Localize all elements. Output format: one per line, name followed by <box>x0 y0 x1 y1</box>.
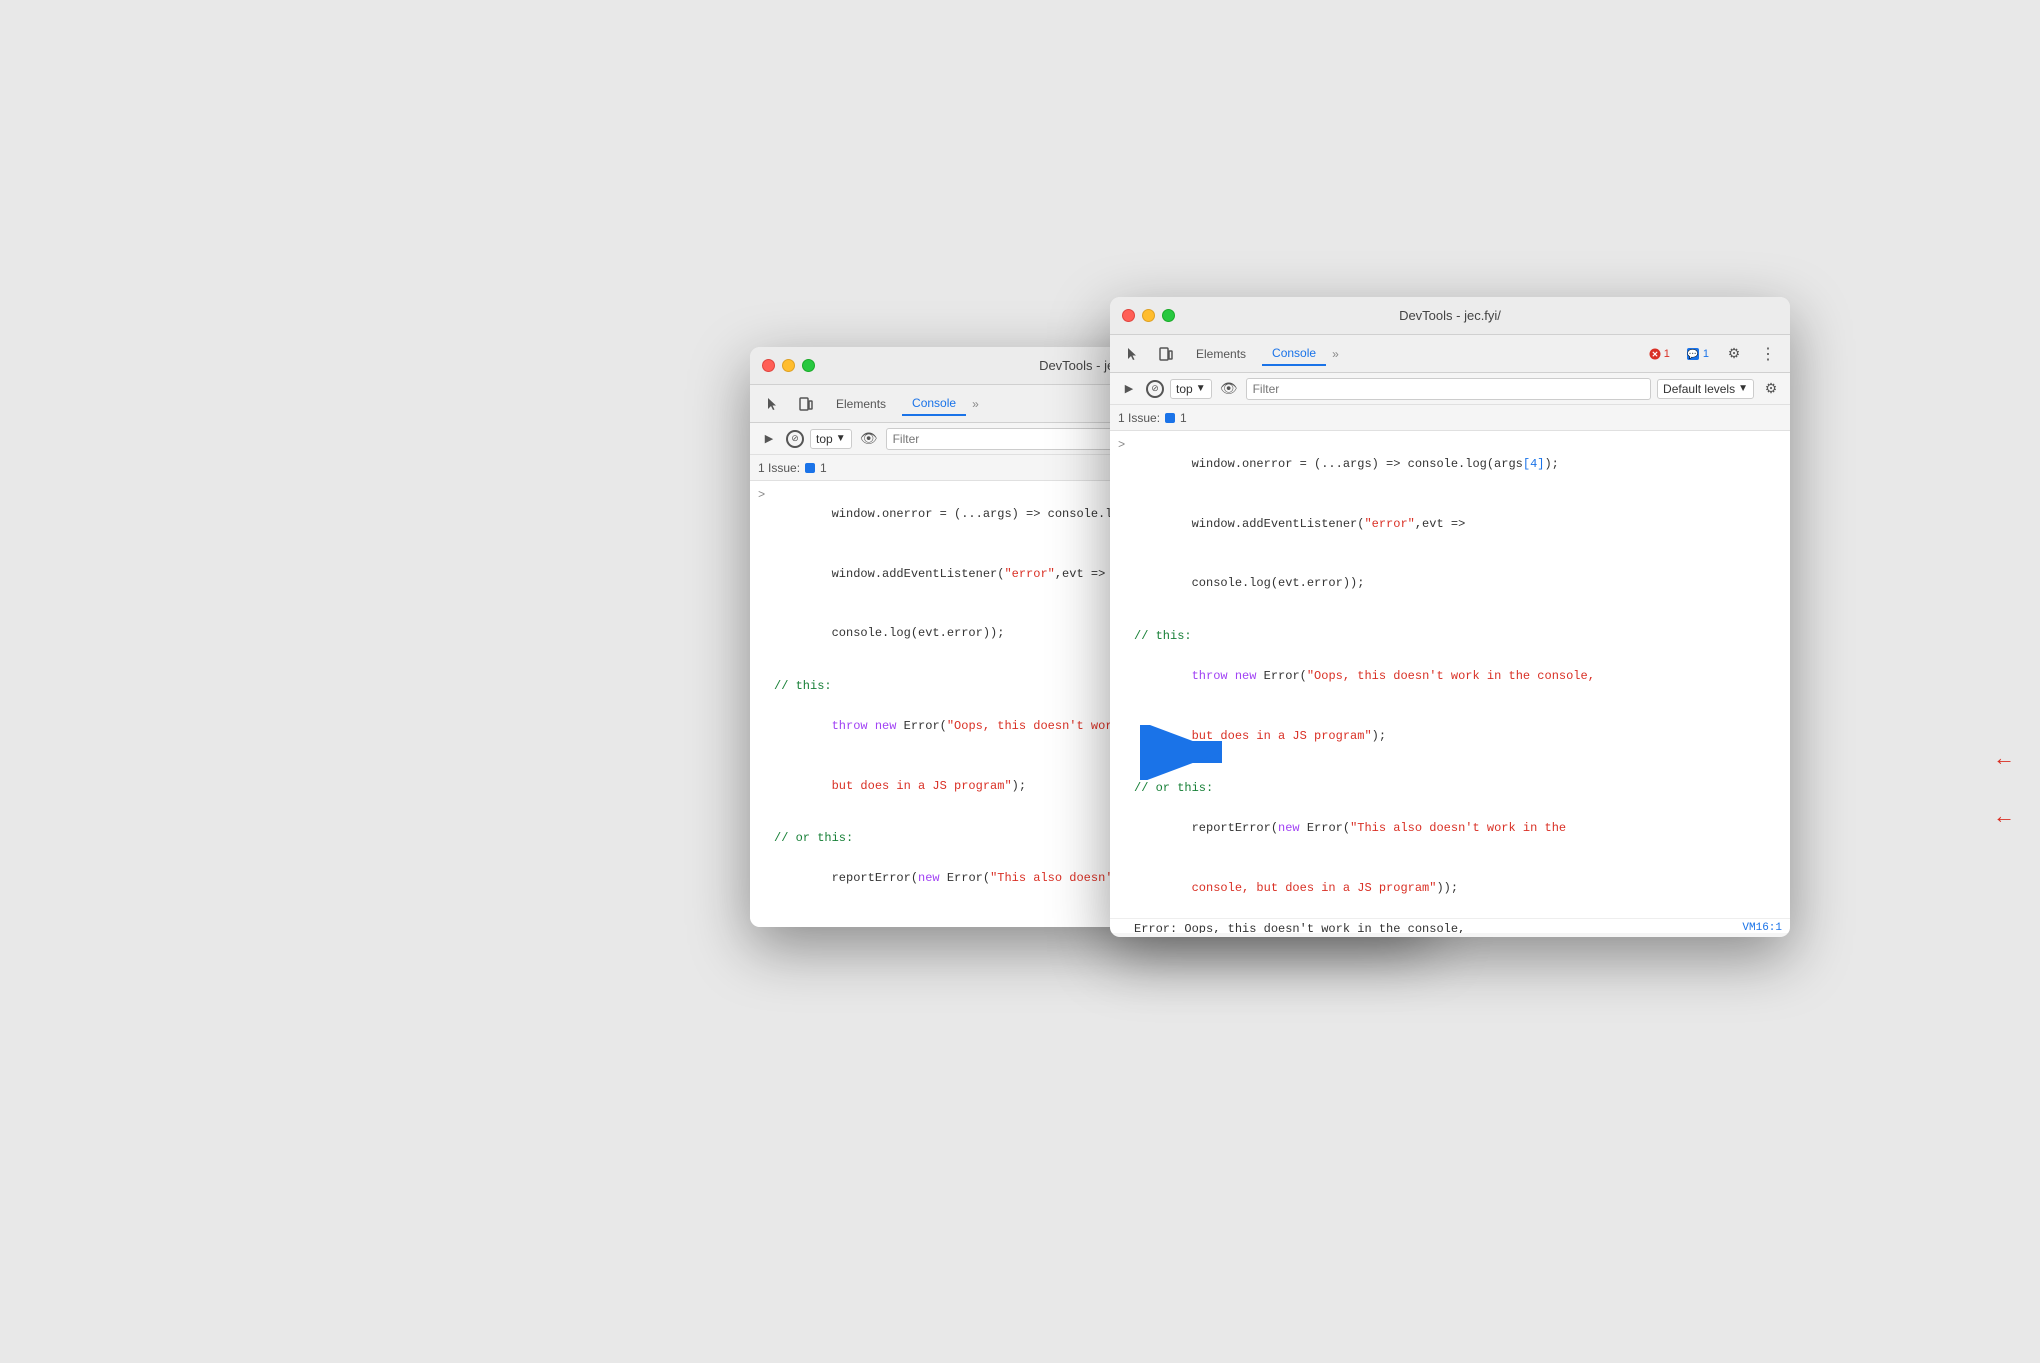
context-dropdown-back[interactable]: top ▼ <box>810 429 852 449</box>
settings-icon-front[interactable]: ⚙ <box>1720 341 1748 367</box>
code-throw-front: throw new Error("Oops, this doesn't work… <box>1110 647 1790 707</box>
eye-icon-back[interactable]: 👁 <box>858 428 880 450</box>
code-report-front: reportError(new Error("This also doesn't… <box>1110 799 1790 859</box>
tab-elements-front[interactable]: Elements <box>1186 343 1256 365</box>
devtools-window-front: DevTools - jec.fyi/ Elements Console » ✕… <box>1110 297 1790 937</box>
red-arrow-1: ← <box>1993 745 2015 771</box>
play-icon-front[interactable]: ▶ <box>1118 378 1140 400</box>
title-bar-front: DevTools - jec.fyi/ <box>1110 297 1790 335</box>
tab-elements-back[interactable]: Elements <box>826 393 896 415</box>
red-arrow-2: ← <box>1993 803 2015 829</box>
block-icon-front[interactable]: ⊘ <box>1146 380 1164 398</box>
minimize-button-back[interactable] <box>782 359 795 372</box>
context-dropdown-front[interactable]: top ▼ <box>1170 379 1212 399</box>
filter-input-front[interactable] <box>1246 378 1651 400</box>
traffic-lights-back <box>762 359 815 372</box>
more-icon-front[interactable]: ⋮ <box>1754 341 1782 367</box>
tab-console-back[interactable]: Console <box>902 392 966 416</box>
blue-arrow <box>1140 725 1240 780</box>
error-msg-1-front: Error: Oops, this doesn't work in the co… <box>1110 918 1790 933</box>
close-button-back[interactable] <box>762 359 775 372</box>
code-line-3-front: console.log(evt.error)); <box>1110 554 1790 614</box>
error-badge-front: ✕ 1 <box>1644 347 1675 361</box>
info-badge-front: 💬 1 <box>1681 346 1714 362</box>
console-content-front: window.onerror = (...args) => console.lo… <box>1110 431 1790 933</box>
levels-dropdown-front[interactable]: Default levels ▼ <box>1657 379 1754 399</box>
tab-more-front[interactable]: » <box>1332 347 1339 361</box>
device-icon[interactable] <box>792 391 820 417</box>
code-report2-front: console, but does in a JS program")); <box>1110 859 1790 919</box>
svg-text:✕: ✕ <box>1651 350 1658 359</box>
block-icon-back[interactable]: ⊘ <box>786 430 804 448</box>
traffic-lights-front <box>1122 309 1175 322</box>
window-title-front: DevTools - jec.fyi/ <box>1399 308 1501 323</box>
main-toolbar-front: Elements Console » ✕ 1 💬 1 ⚙ ⋮ <box>1110 335 1790 373</box>
code-line-2-front: window.addEventListener("error",evt => <box>1110 495 1790 555</box>
minimize-button-front[interactable] <box>1142 309 1155 322</box>
code-comment-2-front: // or this: <box>1110 778 1790 799</box>
tab-more-back[interactable]: » <box>972 397 979 411</box>
tab-console-front[interactable]: Console <box>1262 342 1326 366</box>
maximize-button-back[interactable] <box>802 359 815 372</box>
cursor-icon-front[interactable] <box>1118 341 1146 367</box>
eye-icon-front[interactable]: 👁 <box>1218 378 1240 400</box>
close-button-front[interactable] <box>1122 309 1135 322</box>
svg-text:💬: 💬 <box>1687 348 1698 359</box>
vm-link-1-front[interactable]: VM16:1 <box>1742 922 1782 933</box>
cursor-icon[interactable] <box>758 391 786 417</box>
issues-bar-front: 1 Issue: 1 <box>1110 405 1790 431</box>
play-icon-back[interactable]: ▶ <box>758 428 780 450</box>
maximize-button-front[interactable] <box>1162 309 1175 322</box>
console-toolbar-front: ▶ ⊘ top ▼ 👁 Default levels ▼ ⚙ <box>1110 373 1790 405</box>
device-icon-front[interactable] <box>1152 341 1180 367</box>
code-comment-1-front: // this: <box>1110 626 1790 647</box>
settings-icon-console-front[interactable]: ⚙ <box>1760 378 1782 400</box>
code-line-1-front: window.onerror = (...args) => console.lo… <box>1110 435 1790 495</box>
